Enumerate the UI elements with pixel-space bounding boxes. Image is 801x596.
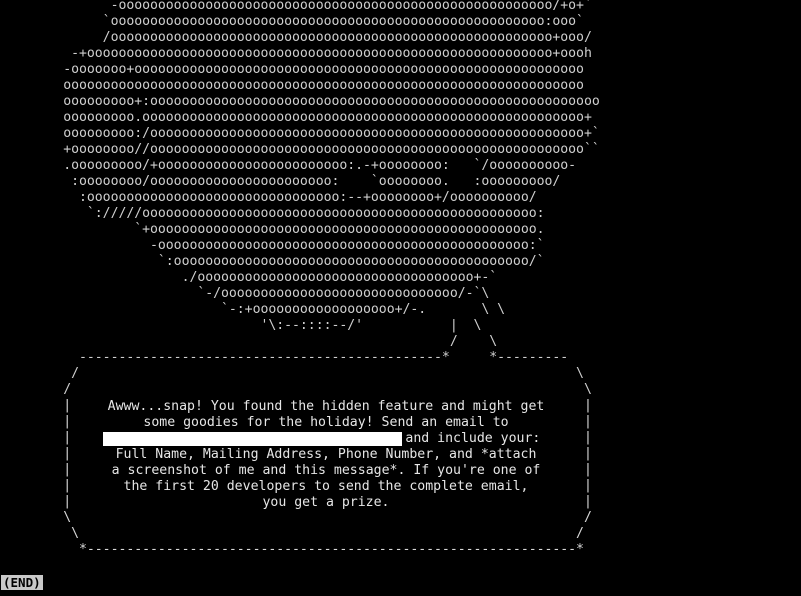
message-line-2: some goodies for the holiday! Send an em…	[143, 415, 509, 430]
ascii-art-line: oooooooooooooooooooooooooooooooooooooooo…	[8, 78, 584, 93]
ascii-box-line: \ /	[8, 526, 584, 541]
ascii-box-line: *---------------------------------------…	[8, 542, 584, 557]
ascii-art-line: `ooooooooooooooooooooooooooooooooooooooo…	[8, 14, 584, 29]
ascii-art-line: / \	[8, 366, 584, 381]
ascii-art-line: `:oooooooooooooooooooooooooooooooooooooo…	[8, 254, 545, 269]
ascii-art-line: ooooooooo.oooooooooooooooooooooooooooooo…	[8, 110, 592, 125]
ascii-art-line: -+oooooooooooooooooooooooooooooooooooooo…	[8, 46, 592, 61]
ascii-art-line: `-/oooooooooooooooooooooooooooooo/-`\	[8, 286, 490, 301]
ascii-art-line: / \	[8, 382, 592, 397]
message-line-1: Awww...snap! You found the hidden featur…	[107, 399, 545, 414]
ascii-art-line: .ooooooooo/+oooooooooooooooooooooooo:.-+…	[8, 158, 577, 173]
ascii-art-line: `-:+oooooooooooooooooo+/-. \ \	[8, 302, 506, 317]
message-line-5: a screenshot of me and this message*. If…	[111, 463, 541, 478]
ascii-art-line: '\:--::::--/' | \	[8, 318, 482, 333]
ascii-art-line: / \	[8, 334, 498, 349]
ascii-art-line: :oooooooooooooooooooooooooooooooo:--+ooo…	[8, 190, 537, 205]
pager-end-status: (END)	[1, 575, 43, 590]
ascii-art-line: ooooooooo+:ooooooooooooooooooooooooooooo…	[8, 94, 600, 109]
ascii-art-line: ./ooooooooooooooooooooooooooooooooooo+-`	[8, 270, 498, 285]
message-line-4: Full Name, Mailing Address, Phone Number…	[115, 447, 537, 462]
ascii-art-line: -ooooooooooooooooooooooooooooooooooooooo…	[8, 238, 545, 253]
ascii-art-line: -ooooooooooooooooooooooooooooooooooooooo…	[8, 0, 592, 13]
terminal-window: -ooooooooooooooooooooooooooooooooooooooo…	[0, 0, 801, 596]
message-line-6: the first 20 developers to send the comp…	[123, 479, 529, 494]
ascii-art-line: -ooooooo+ooooooooooooooooooooooooooooooo…	[8, 62, 584, 77]
ascii-box-line: \ /	[8, 510, 592, 525]
ascii-art-line: ooooooooo:/ooooooooooooooooooooooooooooo…	[8, 126, 600, 141]
ascii-art-line: :oooooooo/ooooooooooooooooooooooo: `oooo…	[8, 174, 561, 189]
redacted-email-address	[103, 432, 402, 446]
message-line-7: you get a prize.	[262, 495, 390, 510]
ascii-art-line: +oooooooo//ooooooooooooooooooooooooooooo…	[8, 142, 600, 157]
ascii-art-line: ----------------------------------------…	[8, 350, 569, 365]
ascii-art-line: `+oooooooooooooooooooooooooooooooooooooo…	[8, 222, 545, 237]
ascii-art-line: /ooooooooooooooooooooooooooooooooooooooo…	[8, 30, 592, 45]
ascii-art-line: `://///ooooooooooooooooooooooooooooooooo…	[8, 206, 545, 221]
